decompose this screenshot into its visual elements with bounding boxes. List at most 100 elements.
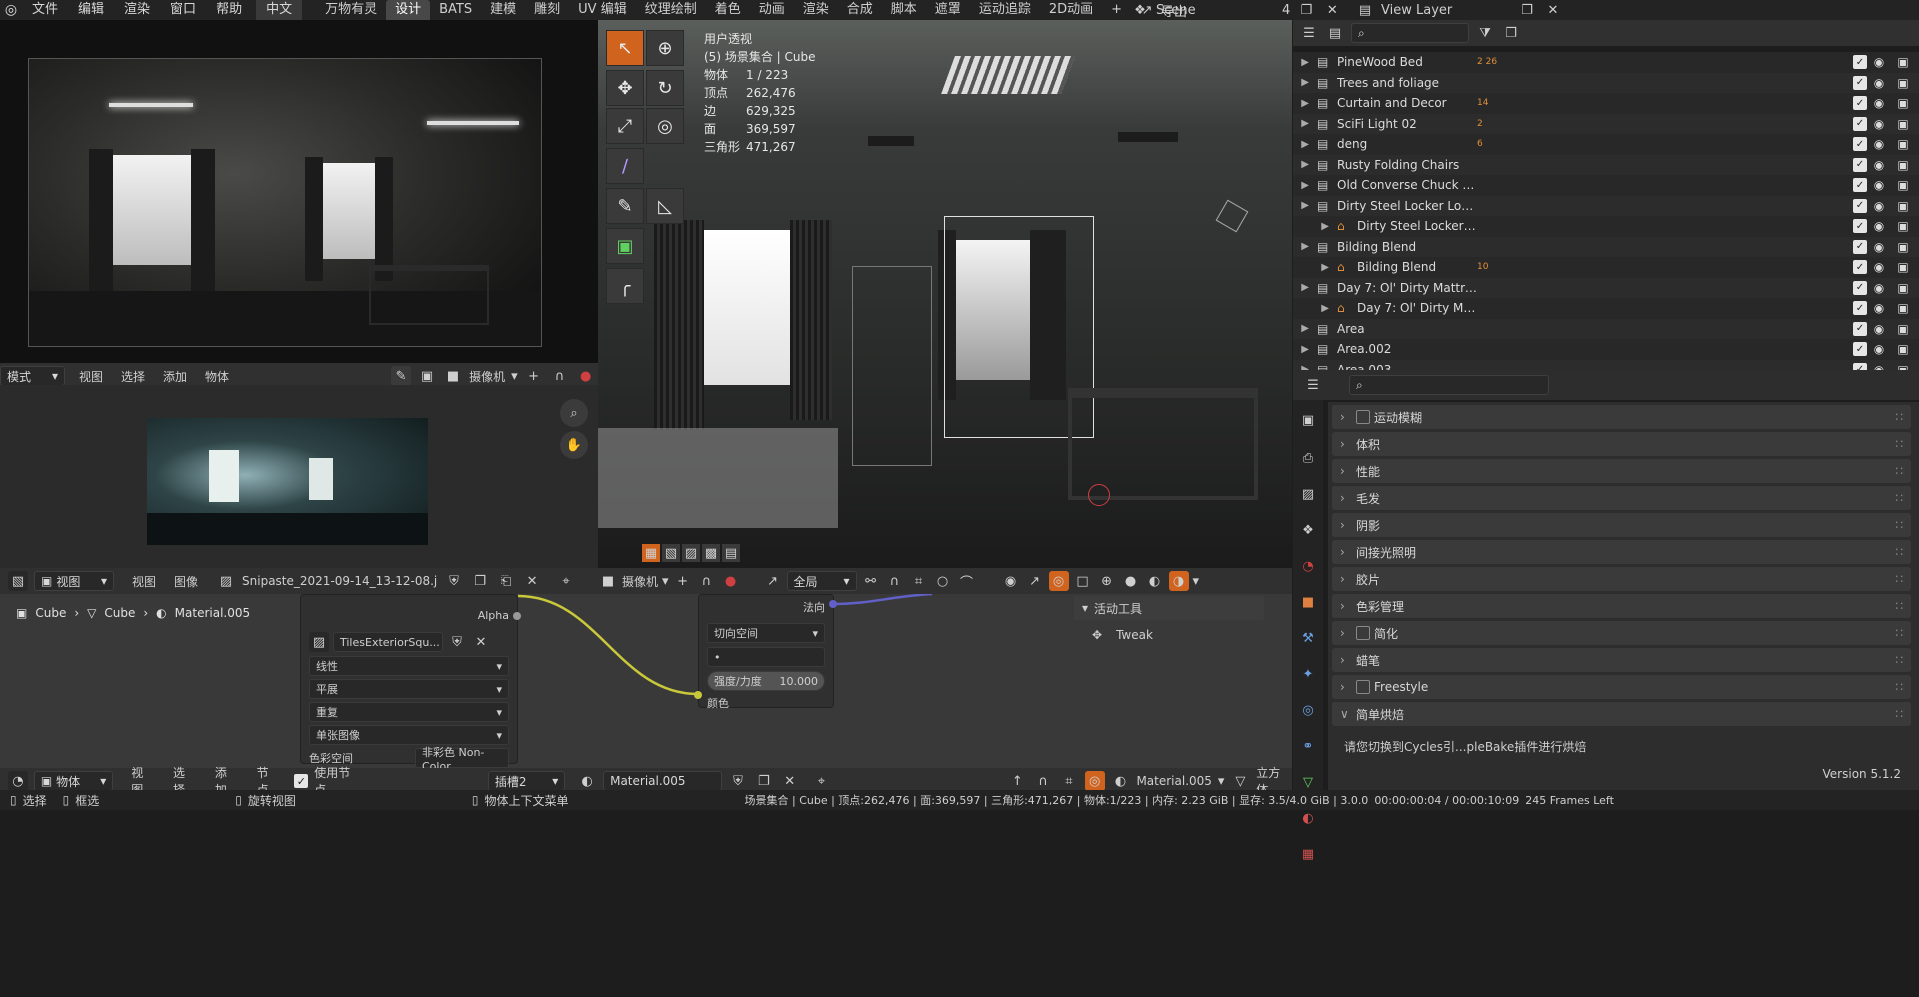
properties-panel[interactable]: › Freestyle ∷ (1332, 675, 1911, 699)
outliner-row[interactable]: ▶⌂ Dirty Steel Locker Low- ✓◉▣ (1293, 216, 1919, 237)
expand-arrow-icon[interactable]: ▶ (1293, 262, 1337, 273)
exclude-checkbox[interactable]: ✓ (1853, 342, 1867, 357)
snap-target-icon[interactable]: ⌗ (1059, 771, 1079, 791)
mode-dropdown[interactable]: 模式 ▾ (0, 366, 65, 386)
tab-bats[interactable]: BATS (430, 0, 481, 20)
annotate-icon[interactable]: ✎ (606, 188, 644, 224)
particles-tab-icon[interactable]: ✦ (1298, 664, 1318, 684)
object-tab-icon[interactable]: ■ (1298, 592, 1318, 612)
camera-render-icon[interactable]: ▣ (1891, 137, 1915, 151)
select-extend-icon[interactable]: ▧ (662, 544, 680, 562)
camera-render-icon[interactable]: ▣ (1891, 158, 1915, 172)
eye-icon[interactable]: ◉ (1867, 76, 1891, 90)
view-dropdown[interactable]: ▣ 视图 ▾ (34, 571, 114, 591)
camera-render-icon[interactable]: ▣ (1891, 96, 1915, 110)
exclude-checkbox[interactable]: ✓ (1853, 219, 1867, 234)
exclude-checkbox[interactable]: ✓ (1853, 301, 1867, 316)
open-image-icon[interactable]: ⎗ (496, 571, 516, 591)
zoom-icon[interactable]: ⌕ (560, 399, 588, 427)
source-dropdown[interactable]: 单张图像 ▾ (309, 725, 509, 745)
copy-material-icon[interactable]: ❐ (754, 771, 774, 791)
menu-file[interactable]: 文件 (22, 0, 68, 20)
tab-motion-tracking[interactable]: 运动追踪 (970, 0, 1040, 20)
menu-object[interactable]: 物体 (205, 368, 229, 385)
normal-output-socket[interactable] (829, 600, 837, 608)
eye-icon[interactable]: ◉ (1867, 342, 1891, 356)
camera-dropdown[interactable]: 摄像机 (622, 573, 658, 590)
eye-icon[interactable]: ◉ (1867, 260, 1891, 274)
camera-render-icon[interactable]: ▣ (1891, 219, 1915, 233)
eye-icon[interactable]: ◉ (1867, 301, 1891, 315)
eye-icon[interactable]: ◉ (1867, 199, 1891, 213)
texture-tab-icon[interactable]: ▦ (1298, 844, 1318, 864)
camera-render-icon[interactable]: ▣ (1891, 76, 1915, 90)
expand-arrow-icon[interactable]: ▶ (1293, 221, 1337, 232)
select-new-icon[interactable]: ▦ (642, 544, 660, 562)
tab-2d-animation[interactable]: 2D动画 (1040, 0, 1102, 20)
exclude-checkbox[interactable]: ✓ (1853, 198, 1867, 213)
interpolation-dropdown[interactable]: 线性 ▾ (309, 656, 509, 676)
properties-panel[interactable]: › 性能 ∷ (1332, 459, 1911, 483)
menu-view[interactable]: 视图 (132, 573, 156, 590)
physics-tab-icon[interactable]: ◎ (1298, 700, 1318, 720)
scene-tab-icon[interactable]: ❖ (1298, 520, 1318, 540)
constraints-tab-icon[interactable]: ⚭ (1298, 736, 1318, 756)
menu-render[interactable]: 渲染 (114, 0, 160, 20)
overlay-icon[interactable]: ◎ (1048, 571, 1069, 591)
editor-type-icon[interactable]: ☰ (1299, 23, 1319, 43)
slot-dropdown[interactable]: 插槽2 ▾ (487, 771, 566, 791)
drag-handle-icon[interactable]: ∷ (1895, 707, 1903, 721)
record-icon[interactable]: ● (721, 571, 741, 591)
panel-checkbox[interactable] (1356, 680, 1370, 694)
eye-icon[interactable]: ◉ (1867, 96, 1891, 110)
image-field[interactable]: TilesExteriorSqu... (333, 632, 443, 652)
expand-arrow-icon[interactable]: ▶ (1293, 180, 1317, 191)
add-icon[interactable]: + (673, 571, 693, 591)
fake-user-icon[interactable]: ⛨ (728, 771, 748, 791)
camera-render-icon[interactable]: ▣ (1891, 363, 1915, 370)
outliner-row[interactable]: ▶ ▤ Bilding Blend ✓ ◉ ▣ (1293, 236, 1919, 257)
exclude-checkbox[interactable]: ✓ (1853, 55, 1867, 70)
wireframe-shading-icon[interactable]: ⊕ (1097, 571, 1117, 591)
image-texture-node[interactable]: Alpha ▨ TilesExteriorSqu... ⛨ ✕ 线性 ▾ 平展 ▾ … (300, 594, 518, 773)
camera-frame-icon[interactable]: ▣ (417, 366, 437, 386)
object-mode-dropdown[interactable]: ▣ 物体 ▾ (33, 771, 114, 791)
material-name-label[interactable]: Material.005 (1136, 774, 1211, 788)
camera-render-icon[interactable]: ▣ (1891, 117, 1915, 131)
properties-panel[interactable]: › 色彩管理 ∷ (1332, 594, 1911, 618)
select-intersect-icon[interactable]: ▤ (722, 544, 740, 562)
solid-shading-icon[interactable]: ● (1121, 571, 1141, 591)
outliner-row[interactable]: ▶⌂ Day 7: Ol' Dirty Mattres ✓◉▣ (1293, 298, 1919, 319)
outliner-row[interactable]: ▶ ⌂ Bilding Blend 10 ✓ ◉ ▣ (1293, 257, 1919, 278)
eye-icon[interactable]: ◉ (1867, 55, 1891, 69)
expand-arrow-icon[interactable]: ▶ (1293, 303, 1337, 314)
snap-magnet-icon[interactable]: ∩ (885, 571, 905, 591)
gizmo-icon[interactable]: ↗ (1025, 571, 1045, 591)
expand-arrow-icon[interactable]: ▶ (1293, 323, 1317, 334)
eye-icon[interactable]: ◉ (1867, 281, 1891, 295)
panel-checkbox[interactable] (1356, 410, 1370, 424)
pin-icon[interactable]: ⌖ (812, 771, 832, 791)
camera-render-icon[interactable]: ▣ (1891, 301, 1915, 315)
move-icon[interactable]: ✥ (606, 70, 644, 106)
camera-render-icon[interactable]: ▣ (1891, 178, 1915, 192)
colorspace-dropdown[interactable]: 非彩色 Non-Color (415, 746, 509, 773)
expand-arrow-icon[interactable]: ▶ (1293, 98, 1317, 109)
exclude-checkbox[interactable]: ✓ (1853, 362, 1867, 370)
close-view-layer-icon[interactable]: ✕ (1543, 0, 1563, 20)
drag-handle-icon[interactable]: ∷ (1895, 410, 1903, 424)
tab-uv-editing[interactable]: UV 编辑 (569, 0, 636, 20)
outliner-row[interactable]: ▶ ▤ SciFi Light 02 2 ✓ ◉ ▣ (1293, 113, 1919, 134)
properties-search-input[interactable]: ⌕ (1349, 375, 1549, 395)
tab-compositing[interactable]: 合成 (838, 0, 882, 20)
3d-viewport[interactable]: ↖ ⊕ ✥ ↻ ⤢ ◎ ∕ ✎ ◺ ▣ ╭ 用户透视 (5) 场景集合 | Cu… (598, 20, 1292, 568)
falloff-icon[interactable]: ⌒ (957, 571, 977, 591)
expand-arrow-icon[interactable]: ▶ (1293, 344, 1317, 355)
drag-handle-icon[interactable]: ∷ (1895, 626, 1903, 640)
display-mode-icon[interactable]: ▤ (1325, 23, 1345, 43)
eye-icon[interactable]: ◉ (1867, 137, 1891, 151)
parent-icon[interactable]: ↑ (1007, 771, 1027, 791)
properties-panel[interactable]: › 蜡笔 ∷ (1332, 648, 1911, 672)
outliner-row[interactable]: ▶▤ Day 7: Ol' Dirty Mattress (C ✓◉▣ (1293, 277, 1919, 298)
pivot-icon[interactable]: ⚯ (861, 571, 881, 591)
